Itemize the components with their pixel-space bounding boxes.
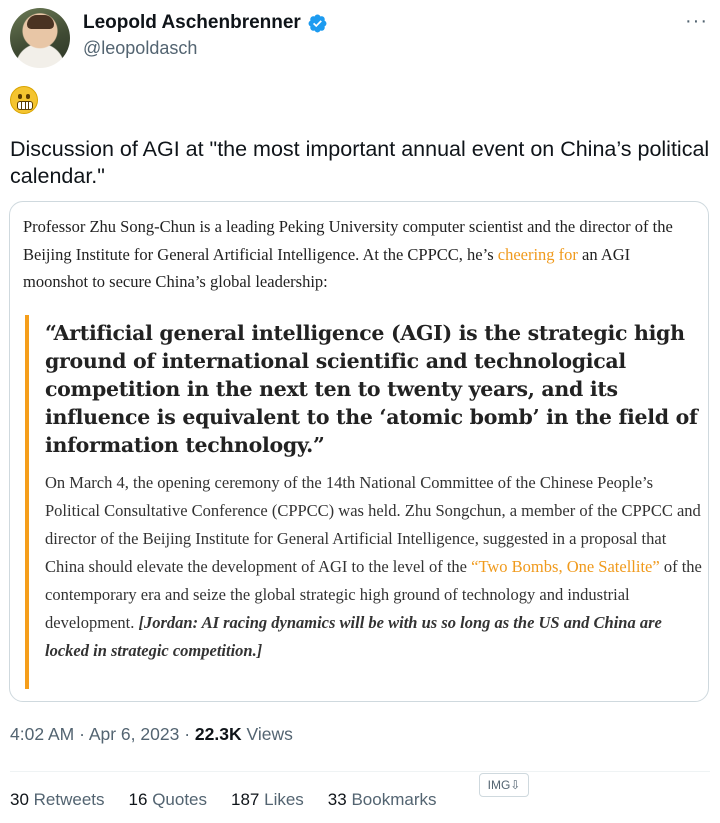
two-bombs-link[interactable]: “Two Bombs, One Satellite”: [471, 557, 660, 576]
tweet-date[interactable]: Apr 6, 2023: [89, 724, 179, 744]
tweet-meta: 4:02 AM · Apr 6, 2023 · 22.3K Views: [10, 724, 293, 745]
author-handle[interactable]: @leopoldasch: [83, 38, 197, 59]
cheering-for-link[interactable]: cheering for: [498, 245, 578, 264]
retweets-stat[interactable]: 30 Retweets: [10, 790, 105, 810]
editor-note: [Jordan: AI racing dynamics will be with…: [45, 613, 662, 660]
quotes-label: Quotes: [152, 790, 207, 809]
likes-stat[interactable]: 187 Likes: [231, 790, 304, 810]
grimacing-face-icon: [10, 86, 38, 114]
likes-label: Likes: [264, 790, 304, 809]
quote-intro: Professor Zhu Song-Chun is a leading Pek…: [23, 213, 699, 296]
quotes-count: 16: [128, 790, 148, 809]
engagement-stats: 30 Retweets 16 Quotes 187 Likes 33 Bookm…: [10, 790, 436, 810]
more-options-icon[interactable]: ···: [685, 10, 708, 33]
views-label: Views: [246, 724, 293, 744]
avatar[interactable]: [10, 8, 70, 68]
verified-badge-icon: [308, 14, 327, 32]
retweets-label: Retweets: [33, 790, 105, 809]
quotes-stat[interactable]: 16 Quotes: [129, 790, 207, 810]
author-display-name[interactable]: Leopold Aschenbrenner: [83, 12, 301, 34]
retweets-count: 30: [10, 790, 29, 809]
tweet-header: Leopold Aschenbrenner @leopoldasch ···: [10, 8, 710, 70]
likes-count: 187: [231, 790, 260, 809]
quoted-image-card[interactable]: Professor Zhu Song-Chun is a leading Pek…: [9, 201, 709, 702]
image-download-badge[interactable]: IMG⇩: [479, 773, 529, 797]
meta-separator: ·: [79, 724, 85, 744]
author-name-row[interactable]: Leopold Aschenbrenner: [83, 12, 328, 34]
tweet-time[interactable]: 4:02 AM: [10, 724, 74, 744]
quote-body: On March 4, the opening ceremony of the …: [45, 469, 705, 665]
views-count: 22.3K: [194, 724, 242, 744]
tweet-text: Discussion of AGI at "the most important…: [10, 137, 710, 188]
pull-quote-bar: [25, 315, 29, 689]
meta-separator: ·: [184, 724, 191, 744]
bookmarks-count: 33: [327, 790, 347, 809]
pull-quote: “Artificial general intelligence (AGI) i…: [45, 321, 698, 457]
bookmarks-stat[interactable]: 33 Bookmarks: [328, 790, 437, 810]
divider: [10, 771, 710, 772]
bookmarks-label: Bookmarks: [351, 790, 437, 809]
